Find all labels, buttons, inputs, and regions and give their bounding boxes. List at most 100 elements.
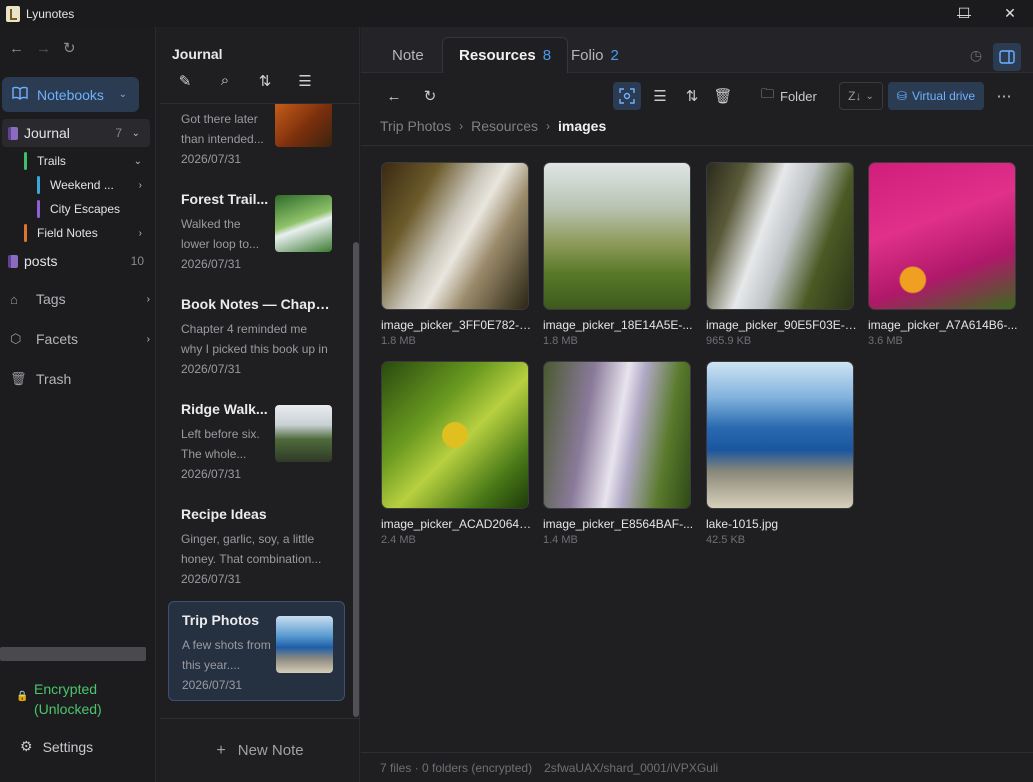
title-bar: Lyunotes — ☐ ✕ bbox=[0, 0, 1033, 27]
note-date: 2026/07/31 bbox=[181, 362, 242, 376]
note-card-selected[interactable]: Trip Photos A few shots from this year..… bbox=[168, 601, 345, 701]
file-name: image_picker_ACAD2064-... bbox=[381, 517, 533, 531]
compose-icon[interactable]: ✎ bbox=[176, 72, 194, 90]
breadcrumb-mid[interactable]: Resources bbox=[471, 118, 538, 134]
file-size: 42.5 KB bbox=[706, 534, 746, 546]
notebook-journal[interactable]: Journal 7 ⌄ bbox=[2, 119, 150, 147]
chevron-right-icon: › bbox=[546, 119, 550, 133]
sort-icon[interactable]: ⇅ bbox=[256, 72, 274, 90]
more-icon[interactable]: ⋯ bbox=[993, 82, 1015, 110]
note-card[interactable]: Got there later than intended... 2026/07… bbox=[168, 104, 345, 176]
notebook-posts[interactable]: posts 10 bbox=[0, 250, 152, 272]
file-size: 2.4 MB bbox=[381, 534, 416, 546]
note-snippet: Ginger, garlic, soy, a little honey. Tha… bbox=[181, 532, 322, 566]
chevron-right-icon[interactable]: › bbox=[139, 228, 142, 239]
tab-note[interactable]: Note bbox=[392, 37, 424, 73]
sidebar-item-facets[interactable]: ⬡ Facets › bbox=[10, 327, 150, 351]
tab-folio[interactable]: Folio 2 bbox=[571, 37, 619, 73]
settings-button[interactable]: ⚙ Settings bbox=[20, 738, 93, 755]
tab-resources[interactable]: Resources 8 bbox=[442, 37, 569, 73]
encryption-status[interactable]: 🔒 Encrypted (Unlocked) bbox=[16, 679, 102, 719]
new-note-button[interactable]: + New Note bbox=[160, 718, 360, 782]
scan-view-icon[interactable] bbox=[613, 82, 641, 110]
history-nav: ← → ↻ bbox=[0, 35, 156, 61]
file-thumbnail bbox=[868, 162, 1016, 310]
note-card[interactable]: Book Notes — Chapt... Chapter 4 reminded… bbox=[168, 286, 345, 386]
file-tile[interactable]: image_picker_E8564BAF-... 1.4 MB bbox=[543, 361, 693, 546]
gear-icon: ⚙ bbox=[20, 738, 33, 754]
folder-city-escapes[interactable]: City Escapes bbox=[0, 199, 152, 219]
trash-icon[interactable]: 🗑 bbox=[712, 82, 734, 110]
note-list-scrollbar[interactable] bbox=[353, 242, 359, 717]
app-logo-icon bbox=[6, 5, 20, 22]
folder-trails[interactable]: Trails ⌄ bbox=[0, 151, 152, 171]
tags-label: Tags bbox=[36, 291, 66, 307]
new-folder-button[interactable]: 🗀 Folder bbox=[761, 82, 817, 110]
note-list-toolbar: ✎ ⌕ ⇅ ☰ bbox=[176, 72, 314, 90]
sort-icon[interactable]: ⇅ bbox=[681, 82, 703, 110]
file-tile[interactable]: image_picker_A7A614B6-... 3.6 MB bbox=[868, 162, 1017, 347]
tab-bar: Note Resources 8 Folio 2 ◷ bbox=[361, 27, 1033, 73]
refresh-icon[interactable]: ↻ bbox=[419, 82, 441, 110]
note-date: 2026/07/31 bbox=[181, 572, 242, 586]
plus-icon: + bbox=[216, 741, 226, 759]
chevron-right-icon[interactable]: › bbox=[139, 180, 142, 191]
folder-trails-label: Trails bbox=[37, 154, 66, 168]
resources-toolbar: ← ↻ ☰ ⇅ 🗑 🗀 Folder Z↓ ⌄ ⛁ Virtual drive … bbox=[361, 74, 1033, 118]
panel-toggle-icon[interactable] bbox=[993, 43, 1021, 71]
folder-weekend[interactable]: Weekend ... › bbox=[0, 175, 152, 195]
notebook-posts-label: posts bbox=[24, 253, 58, 269]
tab-resources-label: Resources bbox=[459, 47, 536, 64]
notebook-posts-count: 10 bbox=[130, 254, 144, 268]
note-snippet: A few shots from this year.... bbox=[182, 638, 271, 672]
folder-field-notes[interactable]: Field Notes › bbox=[0, 223, 152, 243]
file-tile[interactable]: lake-1015.jpg 42.5 KB bbox=[706, 361, 854, 546]
chevron-right-icon: › bbox=[146, 293, 150, 305]
note-card[interactable]: Recipe Ideas Ginger, garlic, soy, a litt… bbox=[168, 496, 345, 596]
chevron-down-icon: ⌄ bbox=[118, 89, 127, 100]
file-name: lake-1015.jpg bbox=[706, 517, 779, 531]
notebooks-button[interactable]: Notebooks ⌄ bbox=[2, 77, 139, 112]
folder-color-bar bbox=[37, 176, 40, 194]
file-tile[interactable]: image_picker_3FF0E782-C... 1.8 MB bbox=[381, 162, 533, 347]
chevron-down-icon[interactable]: ⌄ bbox=[134, 156, 142, 167]
file-tile[interactable]: image_picker_ACAD2064-... 2.4 MB bbox=[381, 361, 533, 546]
file-name: image_picker_18E14A5E-... bbox=[543, 318, 693, 332]
chevron-down-icon[interactable]: ⌄ bbox=[132, 128, 140, 139]
breadcrumb-root[interactable]: Trip Photos bbox=[380, 118, 451, 134]
history-clock-icon[interactable]: ◷ bbox=[965, 44, 987, 66]
tab-folio-label: Folio bbox=[571, 46, 604, 64]
note-title: Recipe Ideas bbox=[181, 506, 267, 522]
list-view-icon[interactable]: ☰ bbox=[649, 82, 671, 110]
sidebar-scrollbar[interactable] bbox=[0, 647, 146, 661]
layout-icon[interactable]: ☰ bbox=[296, 72, 314, 90]
sidebar-item-tags[interactable]: ⌂ Tags › bbox=[10, 287, 150, 311]
reload-icon[interactable]: ↻ bbox=[63, 39, 76, 57]
file-tile[interactable]: image_picker_90E5F03E-A... 965.9 KB bbox=[706, 162, 858, 347]
note-date: 2026/07/31 bbox=[181, 152, 242, 166]
window-title: Lyunotes bbox=[26, 6, 75, 21]
file-thumbnail bbox=[706, 361, 854, 509]
file-tile[interactable]: image_picker_18E14A5E-... 1.8 MB bbox=[543, 162, 692, 347]
notebook-icon bbox=[8, 126, 18, 140]
file-size: 1.8 MB bbox=[543, 335, 578, 347]
note-date: 2026/07/31 bbox=[182, 678, 243, 692]
note-card[interactable]: Forest Trail... Walked the lower loop to… bbox=[168, 181, 345, 281]
sidebar-item-trash[interactable]: 🗑 Trash bbox=[10, 367, 150, 391]
note-snippet: Left before six. The whole... bbox=[181, 427, 260, 461]
tab-note-label: Note bbox=[392, 46, 424, 64]
settings-label: Settings bbox=[42, 738, 94, 755]
forward-arrow-icon[interactable]: → bbox=[36, 40, 51, 57]
tag-icon: ⌂ bbox=[10, 291, 18, 307]
virtual-drive-button[interactable]: ⛁ Virtual drive bbox=[888, 82, 984, 110]
maximize-button[interactable]: ☐ bbox=[941, 0, 987, 27]
book-open-icon bbox=[12, 86, 28, 103]
close-button[interactable]: ✕ bbox=[987, 0, 1033, 27]
note-list: Got there later than intended... 2026/07… bbox=[160, 104, 360, 718]
search-icon[interactable]: ⌕ bbox=[216, 72, 234, 90]
notebook-journal-count: 7 bbox=[115, 126, 122, 140]
sort-select[interactable]: Z↓ ⌄ bbox=[839, 82, 883, 110]
back-arrow-icon[interactable]: ← bbox=[9, 40, 24, 57]
note-card[interactable]: Ridge Walk... Left before six. The whole… bbox=[168, 391, 345, 491]
back-arrow-icon[interactable]: ← bbox=[383, 82, 405, 110]
